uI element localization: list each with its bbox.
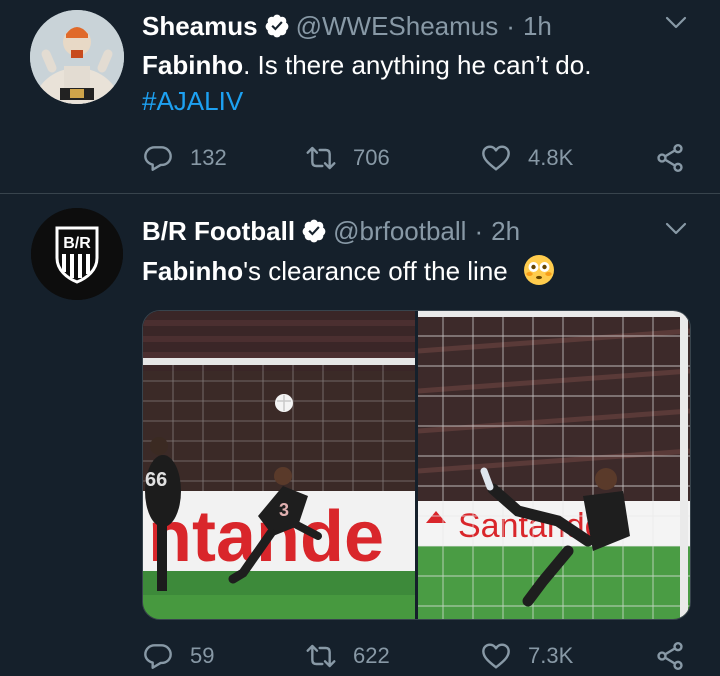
- tweet[interactable]: B/R B/R Football @brfootball · 2h Fabinh…: [0, 194, 720, 676]
- display-name[interactable]: B/R Football: [142, 216, 295, 247]
- reply-icon: [144, 644, 172, 669]
- reply-count: 59: [190, 643, 215, 668]
- tweet-actions: 59 622 7.3K: [142, 636, 702, 676]
- timestamp[interactable]: 1h: [523, 11, 552, 42]
- share-button[interactable]: [654, 138, 686, 178]
- hashtag-link[interactable]: #AJALIV: [142, 86, 243, 117]
- retweet-icon: [306, 146, 336, 170]
- display-name[interactable]: Sheamus: [142, 11, 258, 42]
- tweet-text-bold: Fabinho: [142, 50, 244, 80]
- tweet-actions: 132 706 4.8K: [142, 138, 702, 178]
- reply-icon: [144, 146, 172, 171]
- like-button[interactable]: 7.3K: [480, 636, 573, 676]
- tweet-header: B/R Football @brfootball · 2h: [142, 214, 520, 248]
- share-icon: [657, 144, 683, 172]
- like-button[interactable]: 4.8K: [480, 138, 573, 178]
- tweet-text-rest: . Is there anything he can’t do.: [243, 50, 592, 80]
- share-button[interactable]: [654, 636, 686, 676]
- tweet-text: Fabinho's clearance off the line: [142, 254, 555, 289]
- photo-right-image: Santande: [418, 311, 690, 619]
- retweet-count: 622: [353, 643, 390, 668]
- reply-button[interactable]: 132: [142, 138, 227, 178]
- like-count: 7.3K: [528, 643, 574, 668]
- retweet-count: 706: [353, 145, 390, 170]
- reply-button[interactable]: 59: [142, 636, 214, 676]
- timestamp[interactable]: 2h: [491, 216, 520, 247]
- flushed-face-emoji: [523, 255, 554, 285]
- photo-left[interactable]: ntande 66 3: [143, 311, 418, 619]
- tweet-header: Sheamus @WWESheamus · 1h: [142, 9, 552, 43]
- avatar-image: [30, 10, 124, 104]
- verified-icon: [302, 219, 326, 243]
- tweet-text: Fabinho. Is there anything he can’t do.: [142, 48, 591, 83]
- retweet-icon: [306, 644, 336, 668]
- photo-left-image: ntande 66 3: [143, 311, 415, 619]
- media-grid: ntande 66 3 Santande: [142, 310, 691, 620]
- like-icon: [482, 643, 510, 669]
- separator: ·: [474, 215, 484, 246]
- avatar[interactable]: [30, 10, 124, 104]
- tweet-text-rest: 's clearance off the line: [243, 256, 508, 286]
- separator: ·: [506, 10, 515, 41]
- handle[interactable]: @brfootball: [333, 216, 466, 247]
- like-icon: [482, 145, 510, 171]
- tweet[interactable]: Sheamus @WWESheamus · 1h Fabinho. Is the…: [0, 0, 720, 193]
- share-icon: [657, 642, 683, 670]
- player-number: 66: [145, 469, 167, 491]
- br-logo-icon: B/R: [31, 208, 123, 300]
- br-logo-text: B/R: [63, 235, 91, 252]
- tweet-text-bold: Fabinho: [142, 256, 244, 286]
- reply-count: 132: [190, 145, 227, 170]
- photo-right[interactable]: Santande: [418, 311, 690, 619]
- avatar[interactable]: B/R: [31, 208, 123, 300]
- chevron-down-icon[interactable]: [664, 14, 688, 30]
- chevron-down-icon[interactable]: [664, 220, 688, 236]
- player-shirt-number: 3: [279, 500, 289, 520]
- like-count: 4.8K: [528, 145, 574, 170]
- verified-icon: [265, 14, 288, 38]
- handle[interactable]: @WWESheamus: [296, 11, 499, 42]
- retweet-button[interactable]: 622: [305, 636, 390, 676]
- retweet-button[interactable]: 706: [305, 138, 390, 178]
